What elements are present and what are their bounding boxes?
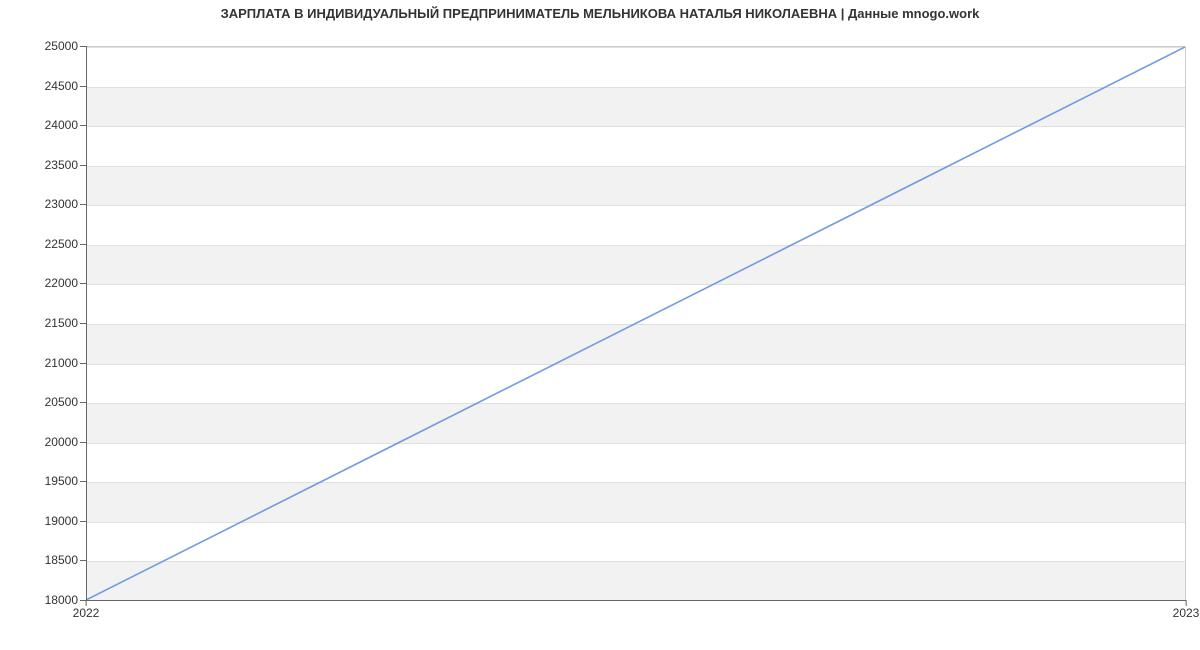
y-tick-label: 24500 bbox=[0, 79, 78, 93]
y-tick-label: 24000 bbox=[0, 118, 78, 132]
y-tick-label: 25000 bbox=[0, 39, 78, 53]
salary-line-chart: ЗАРПЛАТА В ИНДИВИДУАЛЬНЫЙ ПРЕДПРИНИМАТЕЛ… bbox=[0, 0, 1200, 650]
y-tick-label: 23000 bbox=[0, 197, 78, 211]
y-tick-label: 22000 bbox=[0, 276, 78, 290]
y-tick-label: 18500 bbox=[0, 553, 78, 567]
x-tick-label: 2022 bbox=[73, 606, 100, 620]
series-line bbox=[86, 47, 1185, 600]
y-tick-label: 19500 bbox=[0, 474, 78, 488]
y-tick-label: 21000 bbox=[0, 356, 78, 370]
x-axis bbox=[86, 600, 1186, 601]
line-series bbox=[86, 47, 1185, 600]
y-tick-label: 22500 bbox=[0, 237, 78, 251]
y-tick-label: 21500 bbox=[0, 316, 78, 330]
y-tick-label: 20000 bbox=[0, 435, 78, 449]
y-axis bbox=[86, 46, 87, 600]
y-tick-label: 18000 bbox=[0, 593, 78, 607]
y-tick-label: 20500 bbox=[0, 395, 78, 409]
y-tick-label: 19000 bbox=[0, 514, 78, 528]
y-tick-label: 23500 bbox=[0, 158, 78, 172]
plot-area bbox=[86, 46, 1186, 600]
chart-title: ЗАРПЛАТА В ИНДИВИДУАЛЬНЫЙ ПРЕДПРИНИМАТЕЛ… bbox=[0, 6, 1200, 21]
x-tick-label: 2023 bbox=[1173, 606, 1200, 620]
